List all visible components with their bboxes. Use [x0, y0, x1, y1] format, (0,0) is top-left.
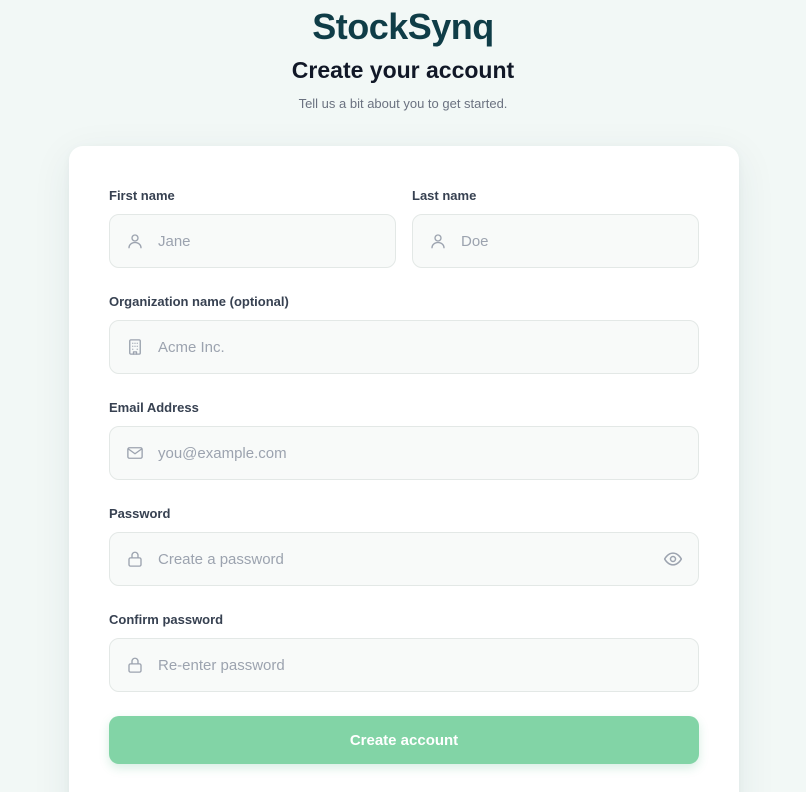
page-title: Create your account: [291, 57, 515, 83]
last-name-field[interactable]: [412, 214, 699, 268]
organization-label: Organization name (optional): [109, 294, 289, 309]
create-account-button[interactable]: Create account: [109, 716, 699, 764]
user-icon: [125, 231, 145, 251]
lock-icon: [125, 549, 145, 569]
last-name-label: Last name: [412, 188, 477, 203]
confirm-password-input[interactable]: [158, 639, 698, 691]
email-field[interactable]: [109, 426, 699, 480]
lock-icon: [125, 655, 145, 675]
brand-logo: StockSynq: [312, 6, 494, 47]
confirm-password-label: Confirm password: [109, 612, 224, 627]
user-icon: [428, 231, 448, 251]
password-field[interactable]: [109, 532, 699, 586]
email-label: Email Address: [109, 400, 199, 415]
mail-icon: [125, 443, 145, 463]
signup-card: First name Last name Organization name (…: [69, 146, 739, 792]
eye-icon[interactable]: [662, 548, 684, 570]
page-subtitle: Tell us a bit about you to get started.: [298, 96, 508, 111]
confirm-password-field[interactable]: [109, 638, 699, 692]
email-input[interactable]: [158, 427, 698, 479]
first-name-label: First name: [109, 188, 175, 203]
password-input[interactable]: [158, 533, 662, 585]
organization-field[interactable]: [109, 320, 699, 374]
organization-input[interactable]: [158, 321, 698, 373]
last-name-input[interactable]: [461, 215, 698, 267]
first-name-field[interactable]: [109, 214, 396, 268]
first-name-input[interactable]: [158, 215, 395, 267]
password-label: Password: [109, 506, 171, 521]
building-icon: [125, 337, 145, 357]
